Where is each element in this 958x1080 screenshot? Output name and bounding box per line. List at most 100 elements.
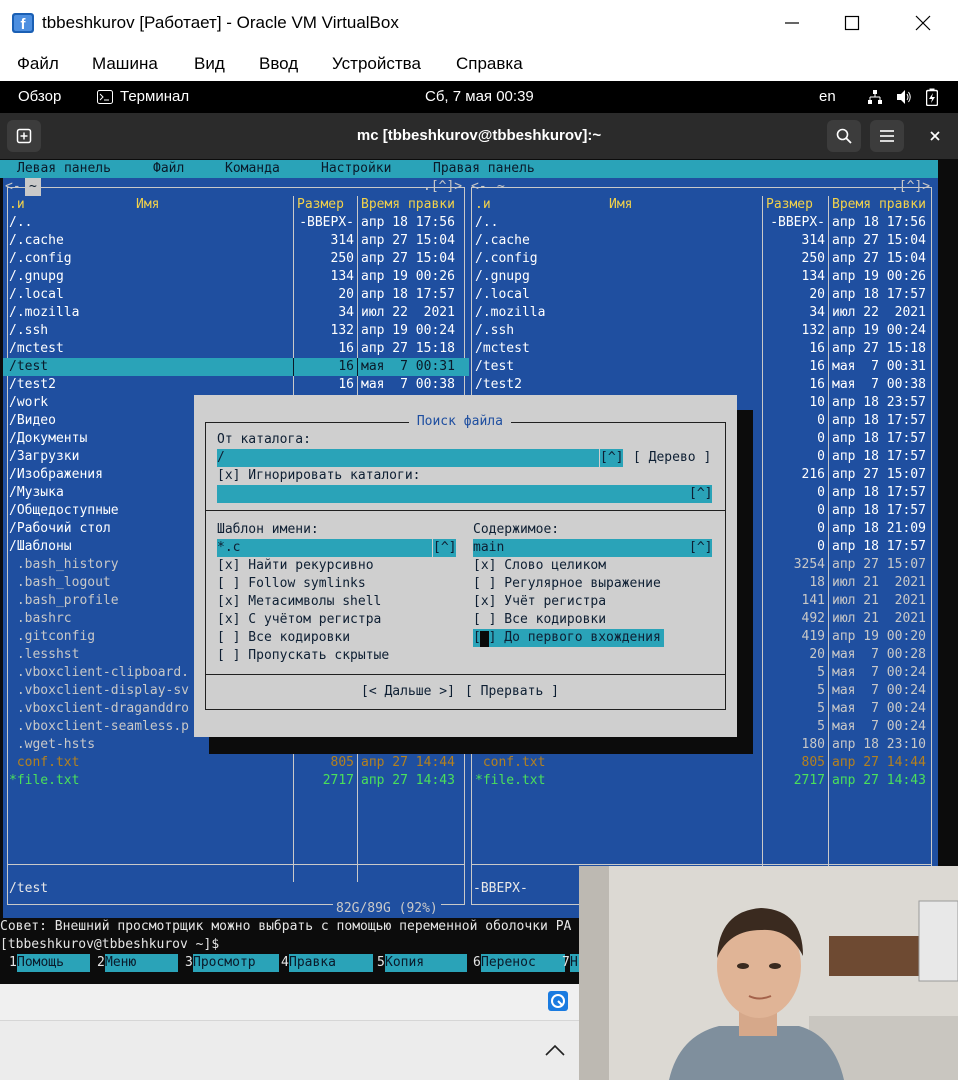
file-mtime: июл 21 2021 (832, 575, 926, 590)
file-name: /.local (9, 287, 64, 302)
from-dir-input[interactable]: / (217, 449, 599, 467)
file-row[interactable]: *file.txt 2717 апр 27 14:43 (469, 772, 935, 790)
activities-button[interactable]: Обзор (18, 88, 61, 105)
mc-menu-file[interactable]: Файл (153, 160, 184, 178)
mc-menu-command[interactable]: Команда (225, 160, 280, 178)
next-button[interactable]: [< Дальше >] (361, 683, 455, 701)
fkey-button[interactable]: Помощь (17, 954, 90, 972)
file-row[interactable]: /.mozilla 34 июл 22 2021 (3, 304, 469, 322)
file-row[interactable]: /.. -ВВЕРХ-апр 18 17:56 (3, 214, 469, 232)
file-row[interactable]: /.ssh 132 апр 19 00:24 (3, 322, 469, 340)
volume-icon[interactable] (896, 89, 912, 105)
file-row[interactable]: /.ssh 132 апр 19 00:24 (469, 322, 935, 340)
close-icon (930, 131, 940, 141)
panel-path-arrow[interactable]: <- (5, 178, 21, 196)
file-name: .bash_logout (9, 575, 111, 590)
network-icon[interactable] (867, 89, 883, 105)
search-button[interactable] (827, 120, 861, 152)
option-checkbox[interactable]: [x] Найти рекурсивно (217, 557, 374, 575)
option-checkbox[interactable]: [ ] Follow symlinks (217, 575, 366, 593)
panel-path[interactable]: ~ (497, 178, 505, 196)
file-row[interactable]: /.cache 314 апр 27 15:04 (3, 232, 469, 250)
option-checkbox[interactable]: [x] Метасимволы shell (217, 593, 381, 611)
minimize-button[interactable] (762, 0, 822, 46)
menu-input[interactable]: Ввод (259, 54, 298, 74)
panel-arrows[interactable]: .[^]> (423, 178, 462, 196)
ignore-dirs-input[interactable] (217, 485, 689, 503)
file-row[interactable]: /.cache 314 апр 27 15:04 (469, 232, 935, 250)
name-history-button[interactable]: [^] (433, 539, 457, 557)
file-row[interactable]: /.gnupg 134 апр 19 00:26 (3, 268, 469, 286)
file-size: 0 (817, 431, 825, 446)
fkey-button[interactable]: Просмотр (193, 954, 279, 972)
mc-menu-left-panel[interactable]: Левая панель (17, 160, 111, 178)
file-row[interactable]: /.local 20 апр 18 17:57 (3, 286, 469, 304)
option-checkbox[interactable]: [x] С учётом регистра (217, 611, 381, 629)
cancel-button[interactable]: [ Прервать ] (465, 683, 559, 701)
file-row[interactable]: /test2 16 мая 7 00:38 (469, 376, 935, 394)
file-mtime: апр 18 17:57 (832, 287, 926, 302)
option-checkbox[interactable]: [ ] До первого вхождения (473, 629, 664, 647)
battery-icon[interactable] (926, 88, 938, 106)
file-row[interactable]: /test 16 мая 7 00:31 (3, 358, 469, 376)
shell-prompt[interactable]: [tbbeshkurov@tbbeshkurov ~]$ (0, 936, 219, 954)
option-checkbox[interactable]: [ ] Регулярное выражение (473, 575, 661, 593)
ignore-dirs-history-button[interactable]: [^] (689, 485, 713, 503)
file-row[interactable]: /.gnupg 134 апр 19 00:26 (469, 268, 935, 286)
fkey-button[interactable]: Меню (105, 954, 178, 972)
fkey-button[interactable]: Копия (385, 954, 467, 972)
status-divider (7, 864, 465, 865)
fkey-button[interactable]: Перенос (481, 954, 565, 972)
file-mtime: апр 18 17:57 (832, 503, 926, 518)
panel-arrows[interactable]: .[^]> (891, 178, 930, 196)
menu-file[interactable]: Файл (17, 54, 59, 74)
file-row[interactable]: conf.txt 805 апр 27 14:44 (469, 754, 935, 772)
file-row[interactable]: /.config 250 апр 27 15:04 (469, 250, 935, 268)
maximize-button[interactable] (822, 0, 882, 46)
close-terminal-button[interactable] (918, 120, 952, 152)
file-row[interactable]: /.. -ВВЕРХ-апр 18 17:56 (469, 214, 935, 232)
menu-help[interactable]: Справка (456, 54, 523, 74)
content-history-button[interactable]: [^] (689, 539, 713, 557)
menu-devices[interactable]: Устройства (332, 54, 421, 74)
tree-button[interactable]: [ Дерево ] (633, 449, 711, 467)
option-checkbox[interactable]: [x] Слово целиком (473, 557, 606, 575)
file-mtime: апр 18 17:57 (832, 485, 926, 500)
app-menu-terminal[interactable]: Терминал (120, 88, 189, 105)
file-row[interactable]: /.local 20 апр 18 17:57 (469, 286, 935, 304)
file-row[interactable]: /.config 250 апр 27 15:04 (3, 250, 469, 268)
file-name: /test (9, 359, 49, 374)
file-row[interactable]: *file.txt 2717 апр 27 14:43 (3, 772, 469, 790)
file-row[interactable]: conf.txt 805 апр 27 14:44 (3, 754, 469, 772)
file-mtime: апр 19 00:24 (832, 323, 926, 338)
menu-machine[interactable]: Машина (92, 54, 158, 74)
keyboard-layout[interactable]: en (819, 88, 836, 105)
panel-path[interactable]: ~ (25, 178, 41, 196)
file-size: 16 (338, 377, 354, 392)
file-row[interactable]: /mctest 16 апр 27 15:18 (3, 340, 469, 358)
option-checkbox[interactable]: [ ] Все кодировки (217, 629, 350, 647)
mc-menu-right-panel[interactable]: Правая панель (433, 160, 535, 178)
option-checkbox[interactable]: [x] Учёт регистра (473, 593, 606, 611)
file-row[interactable]: /mctest 16 апр 27 15:18 (469, 340, 935, 358)
ignore-dirs-checkbox[interactable]: [x] Игнорировать каталоги: (217, 467, 421, 485)
menu-view[interactable]: Вид (194, 54, 225, 74)
from-dir-history-button[interactable]: [^] (600, 449, 624, 467)
mc-menu-options[interactable]: Настройки (321, 160, 391, 178)
content-input[interactable]: main (473, 539, 689, 557)
file-row[interactable]: /test 16 мая 7 00:31 (469, 358, 935, 376)
file-row[interactable]: /.mozilla 34 июл 22 2021 (469, 304, 935, 322)
clock[interactable]: Сб, 7 мая 00:39 (425, 88, 534, 105)
option-checkbox[interactable]: [ ] Пропускать скрытые (217, 647, 389, 665)
fkey-button[interactable]: Правка (289, 954, 373, 972)
option-checkbox[interactable]: [ ] Все кодировки (473, 611, 606, 629)
close-window-button[interactable] (893, 0, 953, 46)
hamburger-menu-button[interactable] (870, 120, 904, 152)
panel-path-arrow[interactable]: <- (471, 178, 487, 196)
vbox-status-icon[interactable] (547, 990, 569, 1012)
name-pattern-input[interactable]: *.c (217, 539, 432, 557)
file-name: /.gnupg (475, 269, 530, 284)
chevron-up-icon[interactable] (544, 1043, 566, 1057)
file-row[interactable]: /test2 16 мая 7 00:38 (3, 376, 469, 394)
file-name: /mctest (475, 341, 530, 356)
